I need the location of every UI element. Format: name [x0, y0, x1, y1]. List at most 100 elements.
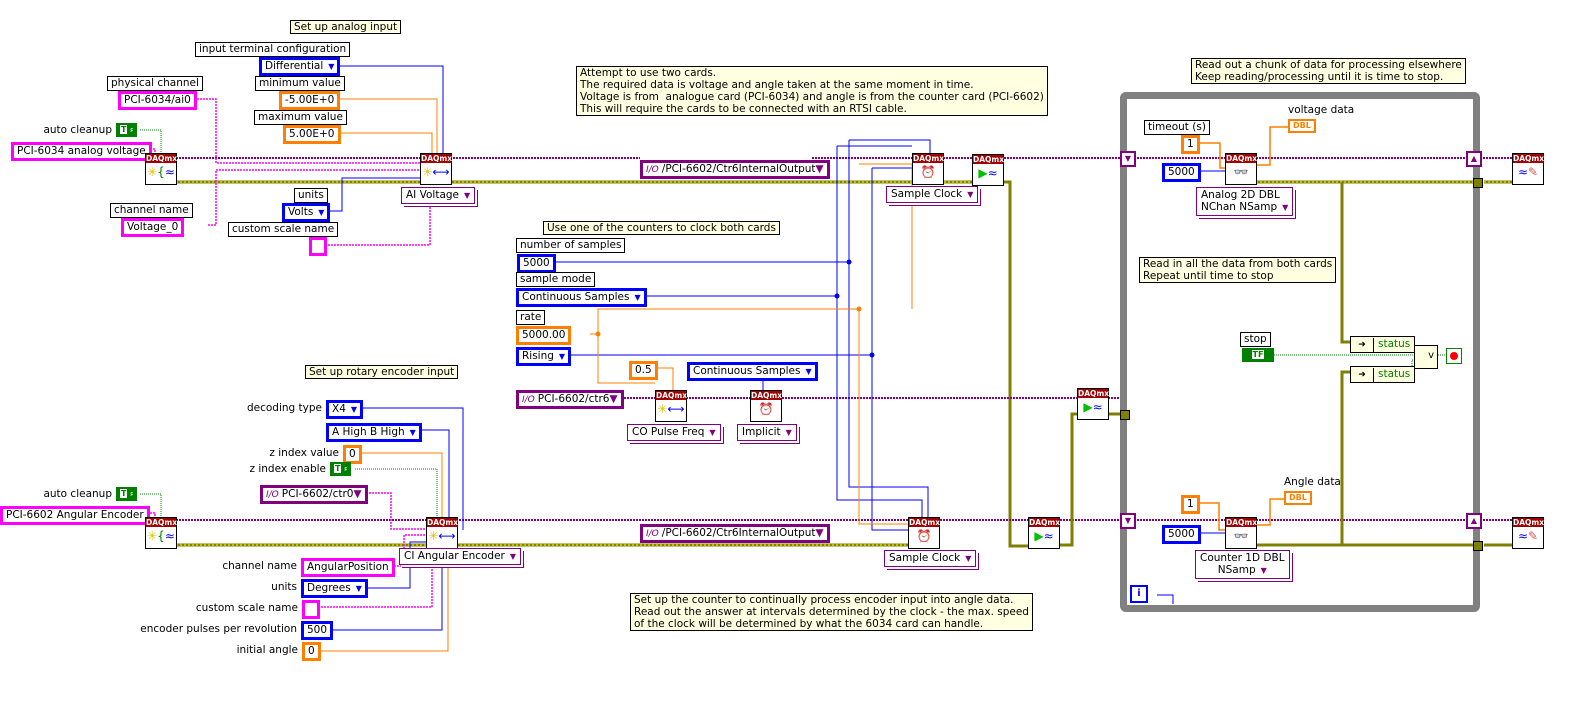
comment-use-counters: Use one of the counters to clock both ca…: [543, 221, 780, 235]
sample-mode-ring[interactable]: Continuous Samples ▼: [516, 288, 647, 307]
initial-angle-control[interactable]: 0: [302, 642, 321, 661]
daqmx-header: DAQmx: [1513, 518, 1545, 527]
dropdown-arrow-icon: ▼: [558, 352, 566, 361]
channel-name-control[interactable]: Voltage_0: [121, 218, 185, 237]
encoder-pulses-control[interactable]: 500: [301, 621, 334, 640]
timeout-control-top[interactable]: 1: [1181, 135, 1200, 154]
create-task-icon: ✳{≈: [147, 529, 175, 543]
daqmx-create-channel-analog[interactable]: DAQmx ✳⟷: [420, 153, 452, 185]
auto-cleanup-boolean[interactable]: T ⸗: [116, 123, 137, 137]
dropdown-arrow-icon: ▼: [509, 552, 517, 561]
shift-register-right-bottom[interactable]: ▲: [1466, 513, 1482, 529]
daqmx-timing-implicit[interactable]: DAQmx ⏰: [750, 390, 782, 422]
daqmx-start-task-counter-clock[interactable]: DAQmx ▶≈: [1077, 388, 1109, 420]
minimum-value-control[interactable]: -5.00E+0: [279, 91, 341, 110]
timeout-label: timeout (s): [1144, 120, 1210, 135]
custom-scale-name-control[interactable]: [309, 237, 327, 256]
shift-register-left-bottom[interactable]: ▼: [1120, 513, 1136, 529]
io-name-icon: I/O: [522, 395, 535, 405]
clear-eraser-icon: ≈✎: [1517, 165, 1539, 179]
read-glasses-icon: 👓: [1233, 529, 1249, 543]
counter-channel-ctr0[interactable]: I/O PCI-6602/ctr0▼: [260, 485, 368, 504]
daqmx-read-counter[interactable]: DAQmx 👓: [1225, 517, 1257, 549]
io-name-icon: I/O: [266, 490, 279, 500]
daqmx-header: DAQmx: [751, 391, 783, 400]
z-index-enable-boolean[interactable]: T ⸗: [330, 462, 351, 476]
input-terminal-config-value: Differential: [265, 60, 324, 72]
analog-task-name-control[interactable]: PCI-6034 analog voltage: [11, 142, 152, 161]
arrow-right-icon: ➜: [1351, 368, 1374, 383]
active-edge-ring[interactable]: Rising ▼: [516, 347, 572, 366]
dropdown-arrow-icon: ▼: [609, 393, 618, 405]
number-of-samples-control[interactable]: 5000: [517, 254, 556, 273]
daqmx-start-task-analog[interactable]: DAQmx ▶≈: [972, 154, 1004, 186]
decoding-type-ring[interactable]: X4 ▼: [326, 400, 364, 419]
loop-stop-terminal[interactable]: [1446, 348, 1462, 364]
encoder-units-label: units: [271, 581, 297, 593]
maximum-value-control[interactable]: 5.00E+0: [283, 125, 341, 144]
daqmx-clear-task-analog[interactable]: DAQmx ≈✎: [1512, 153, 1544, 185]
daqmx-create-task-encoder[interactable]: DAQmx ✳{≈: [145, 517, 177, 549]
angle-data-indicator: DBL: [1284, 491, 1312, 505]
ci-angular-encoder-selector[interactable]: CI Angular Encoder ▼: [399, 548, 522, 565]
co-pulse-freq-selector[interactable]: CO Pulse Freq ▼: [627, 424, 721, 441]
compound-or-gate: v: [1414, 345, 1438, 369]
dropdown-arrow-icon: ▼: [409, 428, 416, 437]
input-terminal-config-ring[interactable]: Differential ▼: [259, 57, 341, 76]
read-analog-selector[interactable]: Analog 2D DBL NChan NSamp ▼: [1196, 187, 1294, 216]
daqmx-create-channel-co[interactable]: DAQmx ✳⟷: [655, 390, 687, 422]
daqmx-create-task-analog[interactable]: DAQmx ✳{≈: [145, 153, 177, 185]
implicit-selector[interactable]: Implicit ▼: [737, 424, 797, 441]
auto-cleanup-boolean-encoder[interactable]: T ⸗: [116, 487, 137, 501]
samples-per-channel-top[interactable]: 5000: [1162, 163, 1201, 182]
encoder-channel-name-control[interactable]: AngularPosition: [301, 558, 395, 577]
dropdown-arrow-icon: ▼: [353, 488, 362, 500]
duty-cycle-control[interactable]: 0.5: [629, 361, 658, 380]
counter-channel-ctr6[interactable]: I/O PCI-6602/ctr6▼: [516, 390, 624, 409]
clock-icon: ⏰: [920, 165, 936, 179]
timeout-control-bottom[interactable]: 1: [1181, 495, 1200, 514]
encoder-custom-scale-control[interactable]: [302, 600, 320, 619]
comment-counter-process: Set up the counter to continually proces…: [630, 593, 1033, 631]
daqmx-timing-analog[interactable]: DAQmx ⏰: [912, 153, 944, 185]
shift-register-right-top[interactable]: ▲: [1466, 151, 1482, 167]
dropdown-arrow-icon: ▼: [634, 293, 641, 302]
daqmx-timing-encoder[interactable]: DAQmx ⏰: [908, 517, 940, 549]
error-tunnel-left: [1120, 410, 1130, 420]
angle-data-label: Angle data: [1284, 476, 1341, 488]
shift-register-left-top[interactable]: ▼: [1120, 151, 1136, 167]
daqmx-clear-task-encoder[interactable]: DAQmx ≈✎: [1512, 517, 1544, 549]
daqmx-read-analog[interactable]: DAQmx 👓: [1225, 153, 1257, 185]
physical-channel-control[interactable]: PCI-6034/ai0: [118, 91, 197, 110]
units-ring[interactable]: Volts ▼: [282, 203, 331, 222]
z-index-phase-ring[interactable]: A High B High ▼: [326, 423, 422, 442]
dropdown-arrow-icon: ▼: [967, 190, 974, 199]
dbl-wire: [590, 163, 913, 525]
custom-scale-name-label: custom scale name: [228, 222, 339, 237]
terminal-ctr6-internal-output-bottom[interactable]: I/O/PCI-6602/Ctr6InternalOutput▼: [640, 524, 830, 543]
dropdown-arrow-icon: ▼: [709, 428, 716, 437]
encoder-task-name-control[interactable]: PCI-6602 Angular Encoder: [0, 506, 150, 525]
daqmx-create-channel-encoder[interactable]: DAQmx ✳⟷: [426, 517, 458, 549]
read-counter-selector[interactable]: Counter 1D DBL NSamp ▼: [1195, 550, 1290, 579]
stop-button[interactable]: TF: [1242, 348, 1274, 362]
rate-control[interactable]: 5000.00: [516, 326, 572, 345]
encoder-channel-name-label: channel name: [222, 560, 297, 572]
dbl-wire: [330, 98, 438, 158]
physical-channel-label: physical channel: [107, 76, 203, 91]
sample-clock-selector-bottom[interactable]: Sample Clock ▼: [884, 550, 977, 567]
voltage-data-indicator: DBL: [1288, 119, 1316, 133]
dropdown-arrow-icon: ▼: [815, 527, 824, 539]
ai-voltage-selector[interactable]: AI Voltage ▼: [401, 187, 476, 204]
sample-clock-selector-top[interactable]: Sample Clock ▼: [886, 186, 979, 203]
auto-cleanup-label: auto cleanup: [43, 124, 112, 136]
implicit-sample-mode-ring[interactable]: Continuous Samples ▼: [687, 362, 818, 381]
daqmx-header: DAQmx: [1078, 389, 1110, 398]
daqmx-start-task-encoder[interactable]: DAQmx ▶≈: [1028, 517, 1060, 549]
terminal-ctr6-internal-output-top[interactable]: I/O/PCI-6602/Ctr6InternalOutput▼: [640, 160, 830, 179]
samples-per-channel-bottom[interactable]: 5000: [1162, 525, 1201, 544]
dropdown-arrow-icon: ▼: [805, 367, 812, 376]
start-play-icon: ▶≈: [1034, 529, 1054, 543]
encoder-units-ring[interactable]: Degrees ▼: [301, 579, 368, 598]
units-label: units: [294, 188, 328, 203]
